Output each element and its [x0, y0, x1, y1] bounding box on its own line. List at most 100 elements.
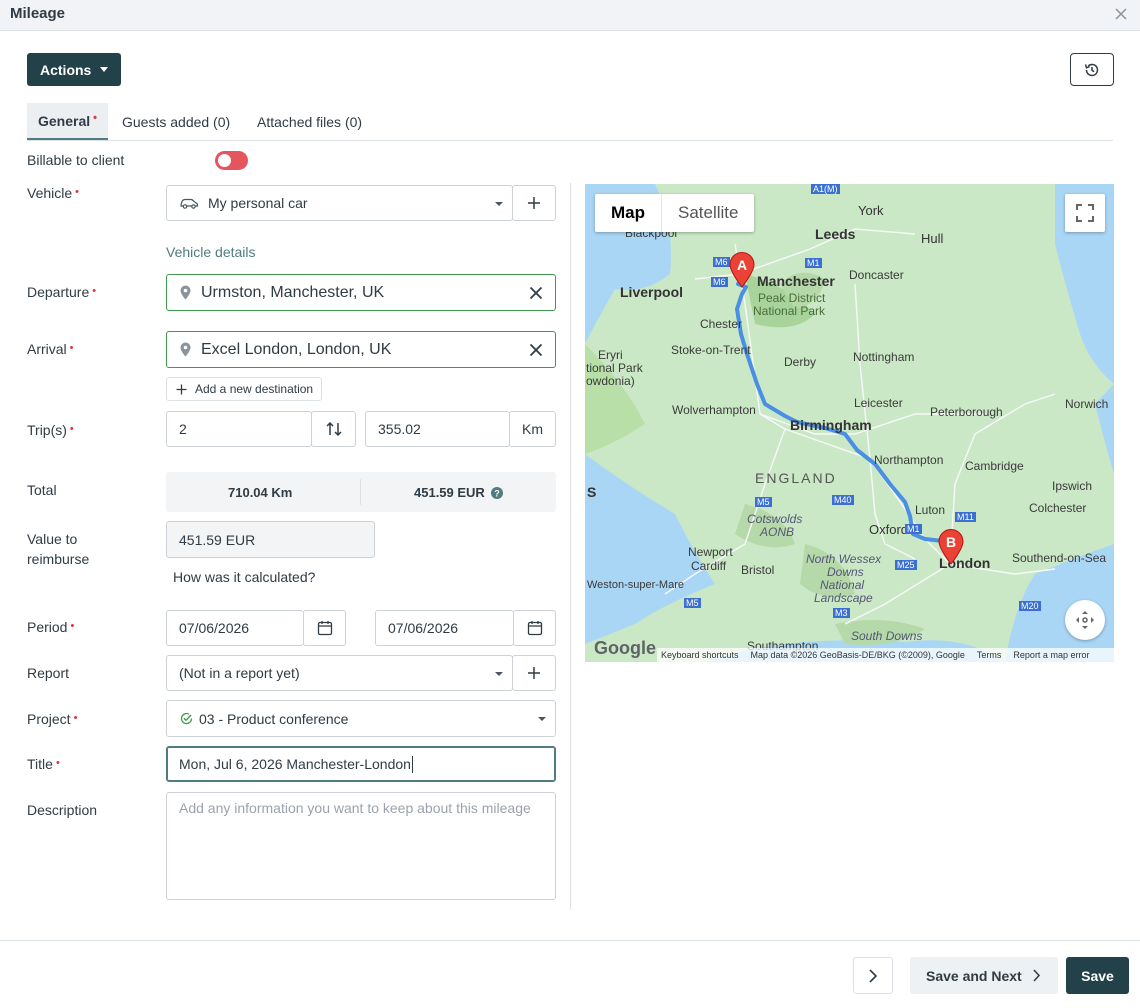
- calendar-icon: [317, 621, 332, 636]
- route-map[interactable]: York Leeds Hull Blackpool Manchester Don…: [585, 184, 1114, 662]
- title-value: Mon, Jul 6, 2026 Manchester-London: [179, 756, 411, 772]
- add-report-button[interactable]: [512, 655, 556, 691]
- map-label: Bristol: [741, 563, 775, 577]
- required-mark: •: [69, 342, 74, 354]
- departure-input[interactable]: Urmston, Manchester, UK: [166, 274, 556, 311]
- trips-label: Trip(s) •: [27, 420, 74, 442]
- road-shield: M3: [833, 608, 850, 618]
- google-logo: Google: [594, 638, 656, 658]
- map-label: Newport: [688, 545, 733, 559]
- tab-bar: General • Guests added (0) Attached files…: [27, 103, 1113, 141]
- arrival-input[interactable]: Excel London, London, UK: [166, 331, 556, 368]
- map-label: ENGLAND: [755, 470, 837, 486]
- clear-icon[interactable]: [529, 343, 543, 357]
- project-select[interactable]: 03 - Product conference: [166, 700, 556, 737]
- title-input[interactable]: Mon, Jul 6, 2026 Manchester-London: [166, 746, 556, 782]
- map-label: S: [587, 484, 597, 500]
- distance-unit: Km: [509, 411, 556, 447]
- fullscreen-button[interactable]: [1065, 194, 1105, 232]
- map-label: owdonia): [586, 374, 635, 388]
- chevron-down-icon: [538, 717, 546, 721]
- departure-label-text: Departure: [27, 284, 90, 300]
- arrival-label: Arrival •: [27, 339, 74, 361]
- map-type-map-button[interactable]: Map: [595, 194, 662, 232]
- period-end-calendar-button[interactable]: [513, 610, 556, 646]
- map-label: Derby: [784, 355, 817, 369]
- required-mark: •: [55, 757, 60, 769]
- map-label: Oxford: [869, 522, 909, 537]
- total-amount: 451.59 EUR: [414, 485, 485, 500]
- column-divider: [570, 183, 571, 910]
- map-label: Colchester: [1029, 501, 1087, 515]
- period-end-input[interactable]: 07/06/2026: [375, 610, 514, 646]
- map-label: tional Park: [586, 361, 643, 375]
- camera-control-button[interactable]: [1065, 600, 1105, 640]
- tab-guests[interactable]: Guests added (0): [122, 103, 230, 140]
- vehicle-details-link[interactable]: Vehicle details: [166, 244, 256, 260]
- tab-attached-files[interactable]: Attached files (0): [257, 103, 362, 140]
- map-type-control: Map Satellite: [595, 194, 755, 232]
- svg-text:?: ?: [494, 489, 500, 499]
- how-calculated-link[interactable]: How was it calculated?: [173, 569, 315, 585]
- tab-guests-label: Guests added (0): [122, 113, 231, 130]
- chevron-down-icon: [100, 67, 108, 72]
- window-titlebar: Mileage: [0, 0, 1140, 31]
- map-label: Weston-super-Mare: [587, 579, 684, 591]
- map-attribution: Keyboard shortcuts Map data ©2026 GeoBas…: [657, 648, 1114, 662]
- distance-input[interactable]: 355.02: [365, 411, 510, 447]
- swap-direction-button[interactable]: [311, 411, 356, 447]
- road-shield: M11: [955, 512, 976, 522]
- map-type-map-label: Map: [611, 203, 645, 222]
- save-button[interactable]: Save: [1066, 957, 1129, 994]
- help-icon[interactable]: ?: [491, 487, 503, 499]
- period-start-input[interactable]: 07/06/2026: [166, 610, 304, 646]
- location-pin-icon: [180, 285, 191, 300]
- plus-icon: [528, 197, 540, 209]
- map-label: York: [858, 203, 884, 218]
- report-select[interactable]: (Not in a report yet): [166, 655, 513, 691]
- vehicle-select[interactable]: My personal car: [166, 185, 513, 221]
- marker-a-icon[interactable]: A: [729, 252, 755, 288]
- car-icon: [180, 198, 199, 209]
- tab-attached-files-label: Attached files (0): [257, 113, 363, 130]
- reimburse-label-line1: Value to: [27, 531, 78, 547]
- close-icon[interactable]: [1114, 7, 1128, 21]
- map-type-satellite-button[interactable]: Satellite: [662, 194, 754, 232]
- map-label: Leeds: [815, 226, 856, 242]
- required-mark: •: [92, 285, 97, 297]
- map-label: Luton: [915, 503, 946, 517]
- add-vehicle-button[interactable]: [512, 185, 556, 221]
- map-label: Landscape: [814, 591, 873, 605]
- required-mark: •: [93, 111, 97, 124]
- report-error-link[interactable]: Report a map error: [1013, 650, 1089, 660]
- map-label: Norwich: [1065, 397, 1109, 411]
- report-label: Report: [27, 665, 70, 681]
- tab-general[interactable]: General •: [27, 103, 108, 140]
- terms-link[interactable]: Terms: [977, 650, 1002, 660]
- map-label: Eryri: [598, 348, 623, 362]
- clear-icon[interactable]: [529, 286, 543, 300]
- next-button[interactable]: [853, 957, 893, 994]
- plus-icon: [176, 384, 187, 394]
- project-label-text: Project: [27, 711, 71, 727]
- trips-count-input[interactable]: 2: [166, 411, 312, 447]
- billable-toggle[interactable]: [215, 151, 248, 170]
- billable-label: Billable to client: [27, 152, 125, 168]
- reimburse-label-line2: reimburse: [27, 551, 90, 567]
- period-start-calendar-button[interactable]: [303, 610, 346, 646]
- map-label: Cambridge: [965, 459, 1024, 473]
- map-label: Liverpool: [620, 284, 684, 300]
- description-textarea[interactable]: Add any information you want to keep abo…: [166, 792, 556, 900]
- save-and-next-button[interactable]: Save and Next: [910, 957, 1058, 994]
- map-label: Birmingham: [790, 417, 872, 433]
- keyboard-shortcuts-link[interactable]: Keyboard shortcuts: [661, 650, 739, 660]
- marker-b-icon[interactable]: B: [938, 529, 964, 565]
- add-destination-button[interactable]: Add a new destination: [166, 377, 322, 401]
- project-value: 03 - Product conference: [199, 710, 349, 727]
- history-button[interactable]: [1070, 53, 1114, 86]
- road-shield: A1(M): [811, 184, 840, 194]
- actions-button[interactable]: Actions: [27, 53, 121, 86]
- road-shield: M1: [905, 524, 922, 534]
- map-label: Northampton: [874, 453, 944, 467]
- title-label-text: Title: [27, 756, 53, 772]
